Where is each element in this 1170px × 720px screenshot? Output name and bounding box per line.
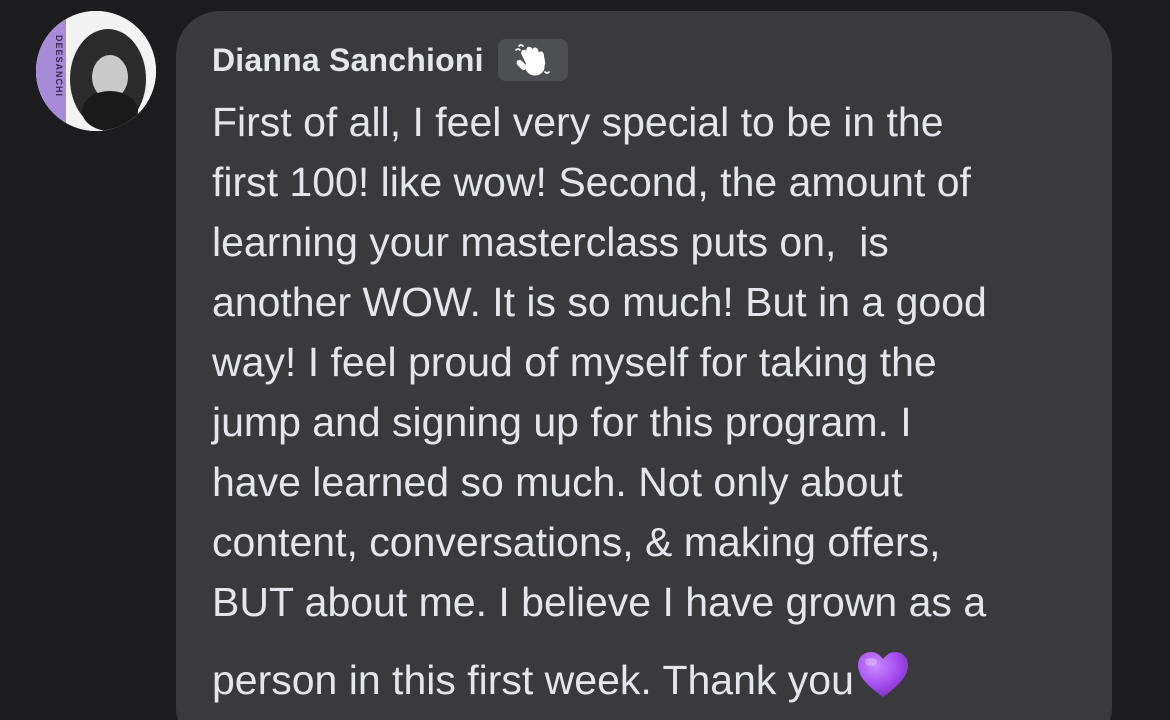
comment-line: content, conversations, & making offers, xyxy=(212,519,941,565)
comment-line: have learned so much. Not only about xyxy=(212,459,903,505)
comment-line: First of all, I feel very special to be … xyxy=(212,99,944,145)
comment-screen: DEESANCHI Dianna Sanchioni First of all,… xyxy=(0,0,1170,720)
comment-line: first 100! like wow! Second, the amount … xyxy=(212,159,971,205)
comment-line: jump and signing up for this program. I xyxy=(212,399,912,445)
comment-line: learning your masterclass puts on, is xyxy=(212,219,889,265)
avatar[interactable]: DEESANCHI xyxy=(36,11,156,131)
comment-line: another WOW. It is so much! But in a goo… xyxy=(212,279,987,325)
comment-line-last: person in this first week. Thank you xyxy=(212,650,1092,710)
comment-line: person in this first week. Thank you xyxy=(212,657,854,703)
author-name[interactable]: Dianna Sanchioni xyxy=(212,42,484,79)
comment-line: way! I feel proud of myself for taking t… xyxy=(212,339,937,385)
author-row: Dianna Sanchioni xyxy=(212,38,568,82)
avatar-photo: DEESANCHI xyxy=(36,11,156,131)
svg-text:DEESANCHI: DEESANCHI xyxy=(54,35,64,97)
waving-hand-icon xyxy=(514,44,550,76)
purple-heart-icon xyxy=(857,652,908,697)
waving-hand-badge[interactable] xyxy=(497,39,568,81)
comment-text: First of all, I feel very special to be … xyxy=(212,92,1092,710)
comment-line: BUT about me. I believe I have grown as … xyxy=(212,579,987,625)
